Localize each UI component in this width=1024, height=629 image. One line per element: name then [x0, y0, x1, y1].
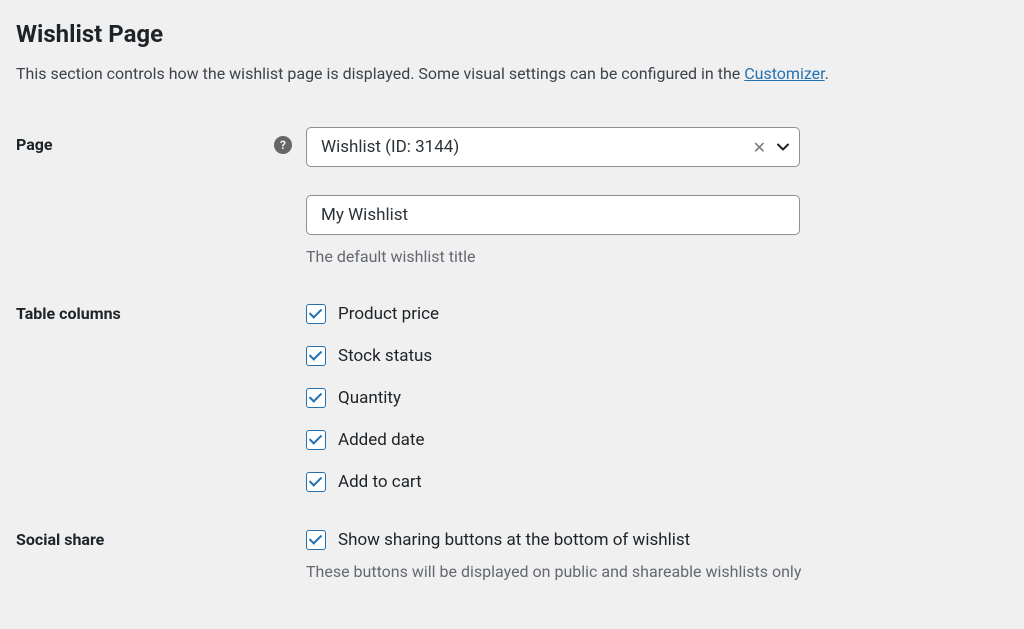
- wishlist-title-input[interactable]: [306, 195, 800, 235]
- page-select[interactable]: Wishlist (ID: 3144) ✕: [306, 127, 800, 167]
- table-column-option: Added date: [306, 430, 800, 450]
- field-col-title: The default wishlist title: [306, 195, 800, 266]
- table-column-option: Stock status: [306, 346, 800, 366]
- table-columns-list: Product price Stock status Quantity Added d…: [306, 304, 800, 492]
- help-icon[interactable]: ?: [274, 136, 292, 154]
- label-col-page: Page ?: [16, 127, 306, 154]
- section-intro: This section controls how the wishlist p…: [16, 64, 1008, 83]
- page-label: Page: [16, 135, 53, 154]
- section-heading: Wishlist Page: [16, 20, 1008, 48]
- table-column-option-label[interactable]: Added date: [338, 430, 425, 450]
- page-select-value: Wishlist (ID: 3144): [321, 137, 459, 157]
- field-col-table-columns: Product price Stock status Quantity Added d…: [306, 304, 800, 492]
- table-column-option-label[interactable]: Add to cart: [338, 472, 422, 492]
- social-share-label: Social share: [16, 530, 104, 549]
- table-column-option: Add to cart: [306, 472, 800, 492]
- label-col-title-empty: [16, 195, 306, 203]
- row-table-columns: Table columns Product price Stock status Q…: [16, 304, 1008, 492]
- table-columns-label: Table columns: [16, 304, 121, 323]
- table-column-option-label[interactable]: Quantity: [338, 388, 401, 408]
- social-share-checkbox[interactable]: [306, 530, 326, 550]
- table-column-checkbox[interactable]: [306, 388, 326, 408]
- label-col-social-share: Social share: [16, 530, 306, 549]
- intro-text-after: .: [825, 64, 829, 83]
- field-col-social-share: Show sharing buttons at the bottom of wi…: [306, 530, 1008, 581]
- table-column-checkbox[interactable]: [306, 430, 326, 450]
- table-column-checkbox[interactable]: [306, 472, 326, 492]
- social-share-description: These buttons will be displayed on publi…: [306, 562, 1008, 581]
- clear-icon[interactable]: ✕: [750, 136, 769, 159]
- label-col-table-columns: Table columns: [16, 304, 306, 323]
- customizer-link[interactable]: Customizer: [744, 64, 824, 83]
- table-column-checkbox[interactable]: [306, 346, 326, 366]
- page-select-actions: ✕: [750, 128, 791, 166]
- table-column-checkbox[interactable]: [306, 304, 326, 324]
- table-column-option: Product price: [306, 304, 800, 324]
- social-share-option-label[interactable]: Show sharing buttons at the bottom of wi…: [338, 530, 690, 550]
- table-column-option: Quantity: [306, 388, 800, 408]
- social-share-option: Show sharing buttons at the bottom of wi…: [306, 530, 1008, 550]
- table-column-option-label[interactable]: Product price: [338, 304, 439, 324]
- intro-text-before: This section controls how the wishlist p…: [16, 64, 744, 83]
- wishlist-title-description: The default wishlist title: [306, 247, 800, 266]
- field-col-page: Wishlist (ID: 3144) ✕: [306, 127, 800, 167]
- chevron-down-icon[interactable]: [775, 139, 791, 155]
- row-title: The default wishlist title: [16, 195, 1008, 266]
- table-column-option-label[interactable]: Stock status: [338, 346, 432, 366]
- row-page: Page ? Wishlist (ID: 3144) ✕: [16, 127, 1008, 167]
- row-social-share: Social share Show sharing buttons at the…: [16, 530, 1008, 581]
